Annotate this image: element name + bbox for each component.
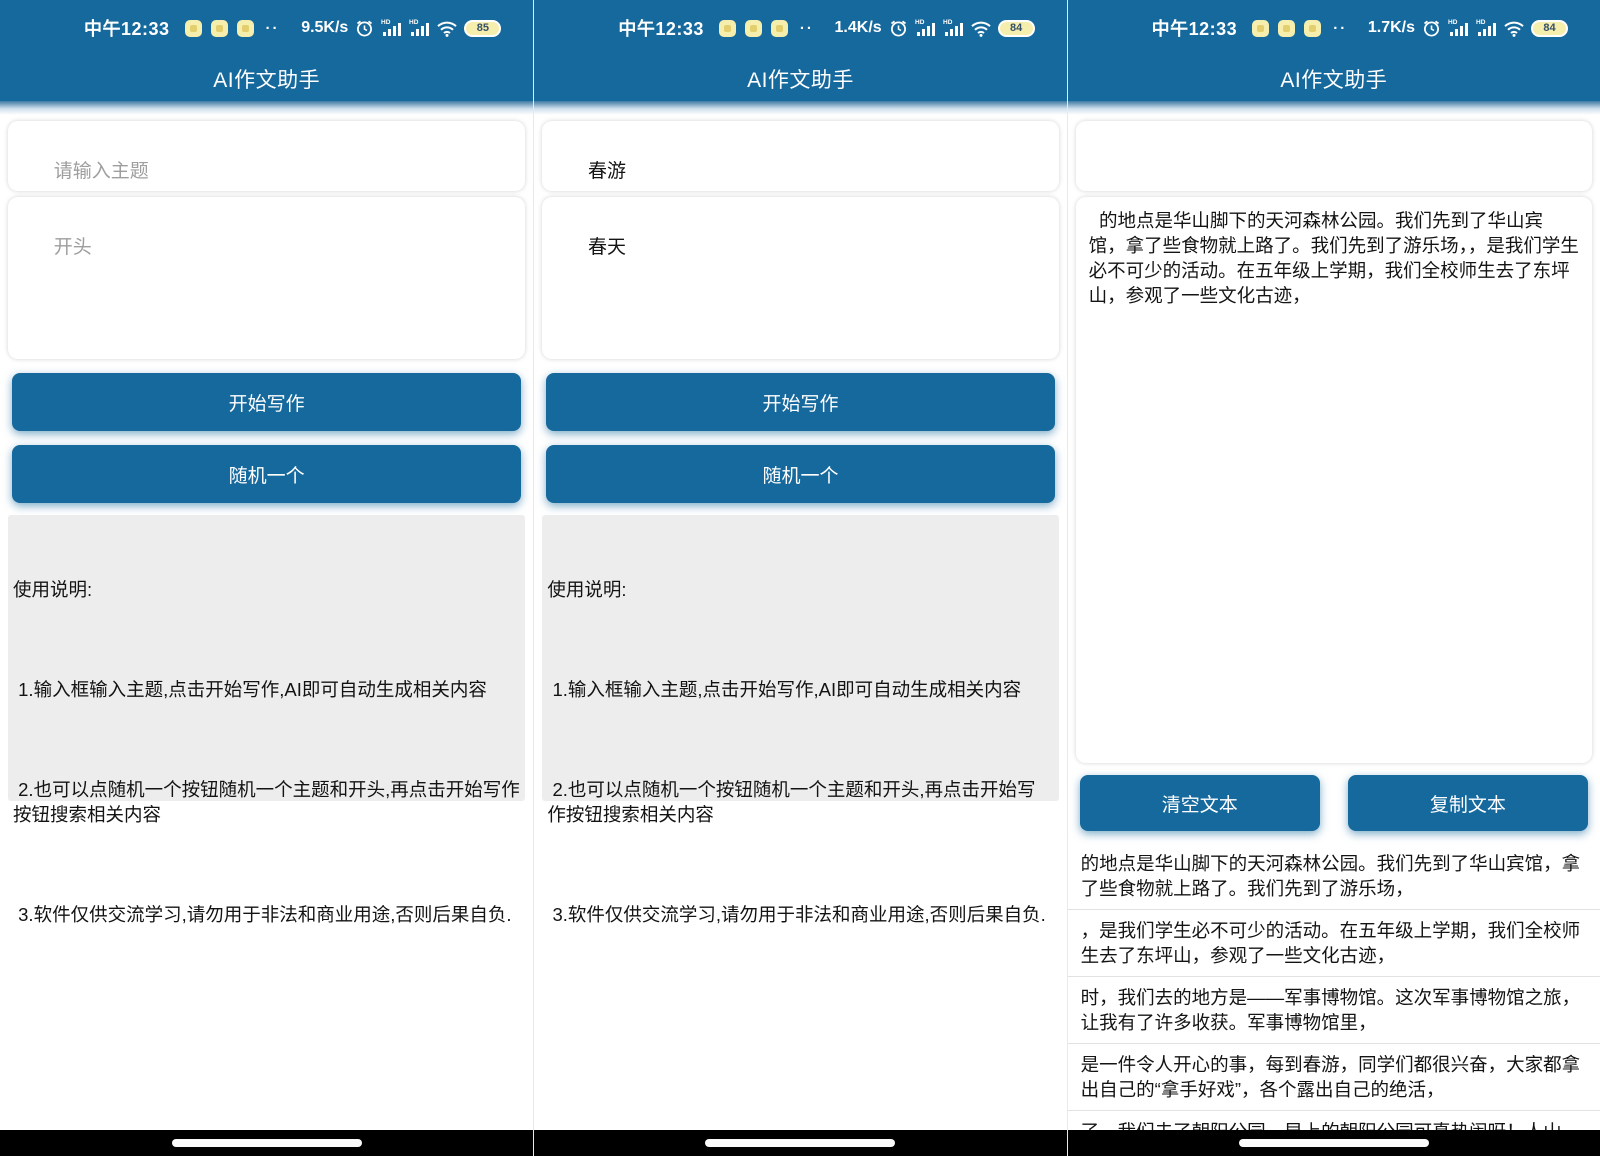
topic-input[interactable] [1076, 121, 1592, 191]
random-one-button[interactable]: 随机一个 [12, 445, 521, 503]
hd-signal-icon: HD [1448, 18, 1469, 38]
app-title-bar: AI作文助手 [0, 56, 533, 101]
battery-icon: 85 [464, 20, 501, 37]
instructions-item: 1.输入框输入主题,点击开始写作,AI即可自动生成相关内容 [547, 677, 1053, 702]
list-item[interactable]: 的地点是华山脚下的天河森林公园。我们先到了华山宾馆，拿了些食物就上路了。我们先到… [1068, 843, 1600, 910]
notification-icon [185, 20, 202, 37]
instructions-item: 2.也可以点随机一个按钮随机一个主题和开头,再点击开始写作按钮搜索相关内容 [13, 777, 520, 827]
status-bar: 中午12:33 ·· 1.7K/s HD HD 84 [1068, 0, 1600, 56]
more-notifications-icon: ·· [800, 20, 814, 37]
opening-placeholder: 开头 [54, 237, 92, 258]
svg-text:HD: HD [1476, 19, 1486, 26]
wifi-icon [971, 20, 991, 37]
action-button-row: 清空文本 复制文本 [1080, 775, 1588, 831]
battery-icon: 84 [998, 20, 1035, 37]
more-notifications-icon: ·· [1333, 20, 1347, 37]
clock-text: 中午12:33 [618, 15, 704, 41]
wifi-icon [437, 20, 457, 37]
network-speed: 9.5K/s [301, 19, 348, 37]
opening-input[interactable]: 春天 [542, 197, 1058, 359]
svg-text:HD: HD [381, 19, 391, 26]
system-nav-bar [0, 1130, 533, 1156]
header-shadow [0, 101, 533, 115]
screen-3-results: 中午12:33 ·· 1.7K/s HD HD 84 AI作文助手 的地点是华山… [1067, 0, 1600, 1156]
status-bar: 中午12:33 ·· 1.4K/s HD HD 84 [534, 0, 1066, 56]
screenshot-composite: 中午12:33 ·· 9.5K/s HD HD 85 AI作文助手 请输入主题 … [0, 0, 1600, 1156]
instructions-item: 3.软件仅供交流学习,请勿用于非法和商业用途,否则后果自负. [547, 902, 1053, 927]
topic-input[interactable]: 春游 [542, 121, 1058, 191]
network-speed: 1.4K/s [835, 19, 882, 37]
usage-instructions: 使用说明: 1.输入框输入主题,点击开始写作,AI即可自动生成相关内容 2.也可… [542, 515, 1058, 801]
wifi-icon [1504, 20, 1524, 37]
page-title: AI作文助手 [747, 64, 854, 94]
page-title: AI作文助手 [1280, 64, 1387, 94]
list-item[interactable]: ，是我们学生必不可少的活动。在五年级上学期，我们全校师生去了东坪山，参观了一些文… [1068, 910, 1600, 977]
hd-signal-icon: HD [409, 18, 430, 38]
instructions-item: 3.软件仅供交流学习,请勿用于非法和商业用途,否则后果自负. [13, 902, 520, 927]
home-gesture-pill[interactable] [705, 1139, 895, 1147]
svg-text:HD: HD [1448, 19, 1458, 26]
opening-value: 春天 [588, 237, 626, 258]
svg-text:HD: HD [915, 19, 925, 26]
svg-text:HD: HD [943, 19, 953, 26]
instructions-item: 1.输入框输入主题,点击开始写作,AI即可自动生成相关内容 [13, 677, 520, 702]
more-notifications-icon: ·· [266, 20, 280, 37]
system-nav-bar [1068, 1130, 1600, 1156]
suggestion-list: 的地点是华山脚下的天河森林公园。我们先到了华山宾馆，拿了些食物就上路了。我们先到… [1068, 843, 1600, 1153]
random-one-button[interactable]: 随机一个 [546, 445, 1054, 503]
clock-text: 中午12:33 [1152, 15, 1238, 41]
app-title-bar: AI作文助手 [534, 56, 1066, 101]
clock-text: 中午12:33 [84, 15, 170, 41]
opening-input[interactable]: 开头 [8, 197, 525, 359]
home-gesture-pill[interactable] [1239, 1139, 1429, 1147]
screen-2-filled-form: 中午12:33 ·· 1.4K/s HD HD 84 AI作文助手 春游 春天 … [533, 0, 1066, 1156]
start-writing-button[interactable]: 开始写作 [12, 373, 521, 431]
notification-icon [1304, 20, 1321, 37]
list-item[interactable]: 是一件令人开心的事，每到春游，同学们都很兴奋，大家都拿出自己的“拿手好戏”，各个… [1068, 1044, 1600, 1111]
start-writing-button[interactable]: 开始写作 [546, 373, 1054, 431]
instructions-title: 使用说明: [13, 577, 520, 602]
hd-signal-icon: HD [1476, 18, 1497, 38]
instructions-item: 2.也可以点随机一个按钮随机一个主题和开头,再点击开始写作按钮搜索相关内容 [547, 777, 1053, 827]
screen-1-empty-form: 中午12:33 ·· 9.5K/s HD HD 85 AI作文助手 请输入主题 … [0, 0, 533, 1156]
topic-value: 春游 [588, 161, 626, 182]
header-shadow [1068, 101, 1600, 115]
alarm-clock-icon [1422, 19, 1441, 38]
alarm-clock-icon [889, 19, 908, 38]
hd-signal-icon: HD [943, 18, 964, 38]
network-speed: 1.7K/s [1368, 19, 1415, 37]
hd-signal-icon: HD [381, 18, 402, 38]
notification-icon [1278, 20, 1295, 37]
battery-icon: 84 [1531, 20, 1568, 37]
copy-text-button[interactable]: 复制文本 [1348, 775, 1588, 831]
list-item[interactable]: 时，我们去的地方是——军事博物馆。这次军事博物馆之旅，让我有了许多收获。军事博物… [1068, 977, 1600, 1044]
topic-placeholder: 请输入主题 [54, 161, 149, 182]
notification-icon [237, 20, 254, 37]
notification-icon [771, 20, 788, 37]
topic-input[interactable]: 请输入主题 [8, 121, 525, 191]
svg-text:HD: HD [409, 19, 419, 26]
notification-icon [745, 20, 762, 37]
page-title: AI作文助手 [213, 64, 320, 94]
system-nav-bar [534, 1130, 1066, 1156]
notification-icon [719, 20, 736, 37]
header-shadow [534, 101, 1066, 115]
home-gesture-pill[interactable] [172, 1139, 362, 1147]
generated-text-area[interactable]: 的地点是华山脚下的天河森林公园。我们先到了华山宾馆，拿了些食物就上路了。我们先到… [1076, 197, 1592, 763]
usage-instructions: 使用说明: 1.输入框输入主题,点击开始写作,AI即可自动生成相关内容 2.也可… [8, 515, 525, 801]
status-bar: 中午12:33 ·· 9.5K/s HD HD 85 [0, 0, 533, 56]
hd-signal-icon: HD [915, 18, 936, 38]
clear-text-button[interactable]: 清空文本 [1080, 775, 1320, 831]
notification-icon [211, 20, 228, 37]
app-title-bar: AI作文助手 [1068, 56, 1600, 101]
alarm-clock-icon [355, 19, 374, 38]
instructions-title: 使用说明: [547, 577, 1053, 602]
notification-icon [1252, 20, 1269, 37]
